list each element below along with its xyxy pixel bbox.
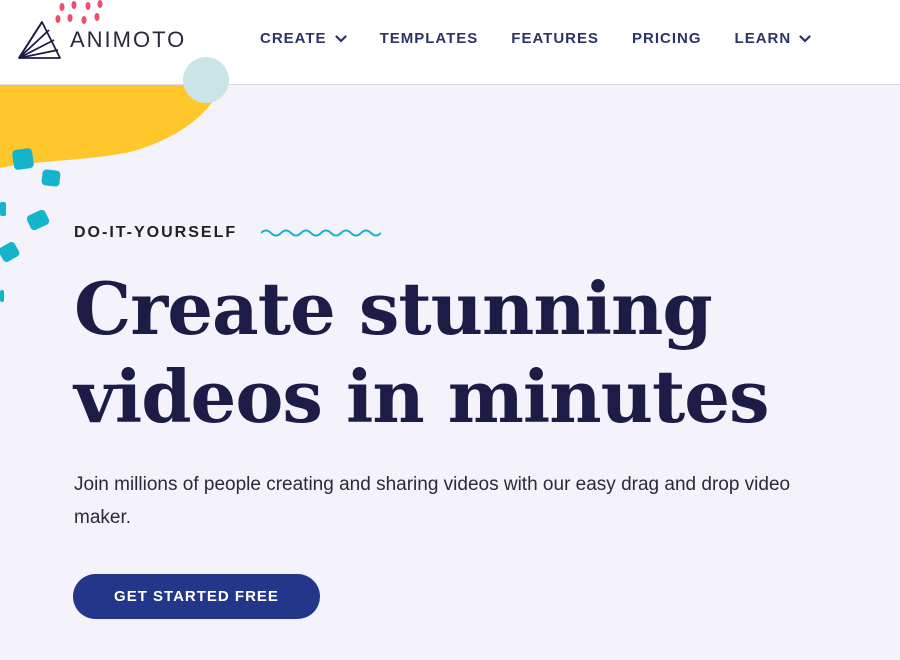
teal-marks-shape	[0, 148, 61, 302]
nav-item-label: CREATE	[260, 30, 327, 47]
pink-dots-shape	[55, 0, 103, 24]
get-started-button[interactable]: GET STARTED FREE	[73, 574, 320, 619]
nav-item-label: FEATURES	[511, 30, 600, 47]
wavy-line-icon	[261, 229, 382, 237]
nav-item-pricing[interactable]: PRICING	[632, 30, 702, 47]
nav-item-create[interactable]: CREATE	[260, 30, 347, 47]
yellow-blob-shape	[0, 85, 222, 168]
headline-line-2: videos in minutes	[74, 354, 770, 439]
hero-subtext: Join millions of people creating and sha…	[74, 474, 791, 528]
nav-item-label: TEMPLATES	[379, 30, 479, 47]
nav-item-label: PRICING	[632, 30, 702, 47]
chevron-down-icon	[334, 34, 347, 43]
nav-item-label: LEARN	[734, 30, 792, 47]
nav-item-templates[interactable]: TEMPLATES	[380, 30, 479, 47]
decorative-shapes	[0, 0, 229, 302]
light-circle-shape	[183, 57, 229, 103]
nav-item-features[interactable]: FEATURES	[511, 30, 599, 47]
chevron-down-icon	[799, 34, 811, 43]
nav-item-learn[interactable]: LEARN	[735, 30, 812, 47]
main-nav: CREATE TEMPLATES FEATURES PRICING LEARN	[260, 30, 844, 47]
